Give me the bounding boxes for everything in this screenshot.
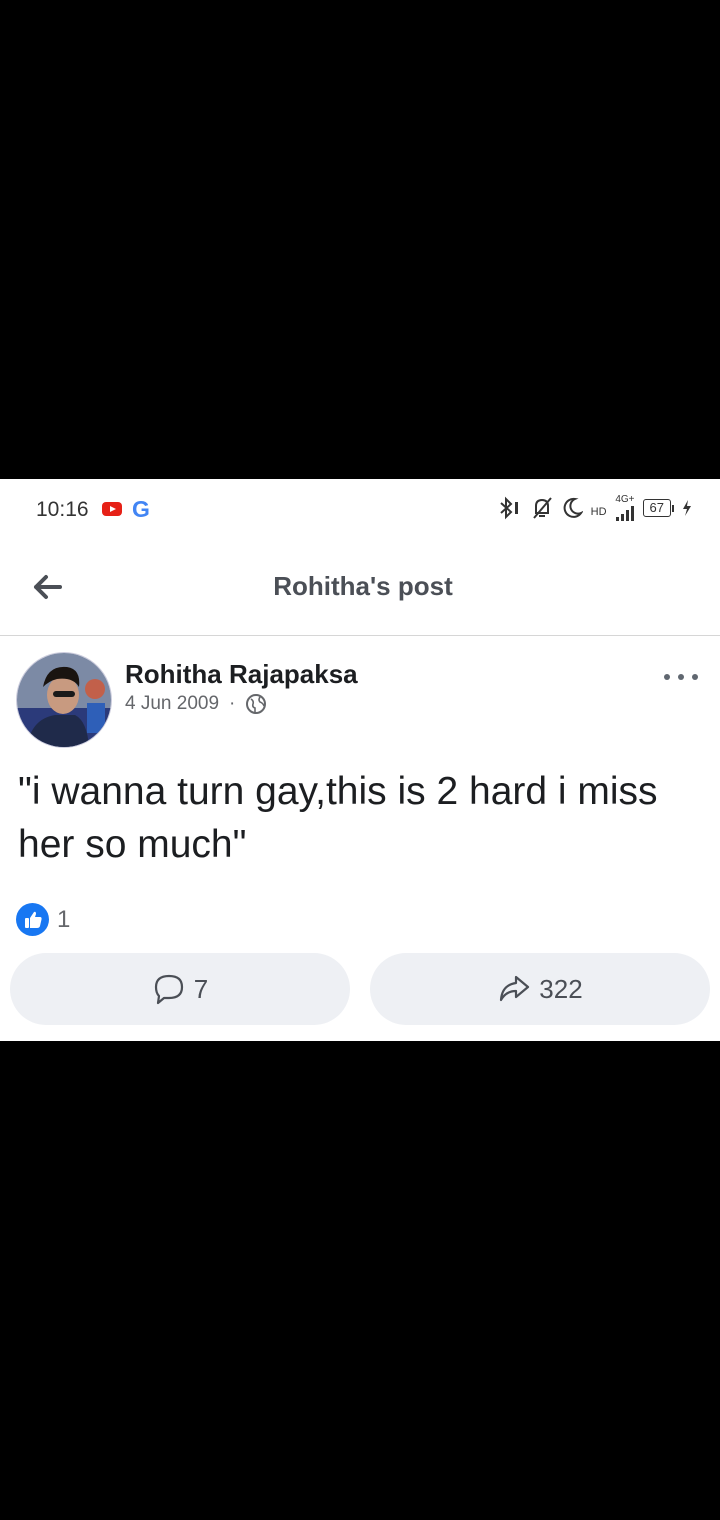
like-icon [16,903,49,936]
signal-icon [615,506,634,521]
signal-group: 4G+ [615,495,635,521]
profile-photo [17,653,111,747]
comment-button[interactable]: 7 [10,953,350,1025]
google-icon: G [132,496,150,522]
reactions-summary[interactable]: 1 [16,903,70,936]
battery-icon: 67 [642,499,674,517]
post-text: "i wanna turn gay,this is 2 hard i miss … [18,770,658,866]
more-options-button[interactable] [664,669,698,685]
share-button[interactable]: 322 [370,953,710,1025]
system-icons: HD 4G+ 67 [497,495,692,521]
post-meta: 4 Jun 2009 · [125,693,267,715]
status-bar: 10:16 G HD 4G+ 67 [0,479,720,539]
app-screen: 10:16 G HD 4G+ 67 Rohitha's post Rohitha… [0,479,720,1041]
avatar[interactable] [16,652,112,748]
bluetooth-icon [499,496,518,520]
mute-icon [532,497,552,519]
moon-icon [563,497,583,518]
charging-icon [683,500,691,516]
meta-separator: · [229,693,236,714]
status-time: 10:16 [36,498,89,521]
battery-level: 67 [642,499,671,517]
network-label: 4G+ [615,494,635,505]
like-count: 1 [57,905,71,933]
app-header: Rohitha's post [0,539,720,636]
youtube-icon [102,502,122,516]
hd-label: HD [590,506,607,518]
share-count: 322 [539,973,583,1004]
globe-icon [246,694,267,714]
page-title: Rohitha's post [273,571,453,601]
post-date[interactable]: 4 Jun 2009 [125,693,219,715]
comment-icon [154,974,183,1005]
comment-count: 7 [193,973,209,1004]
share-icon [500,975,530,1002]
more-horizontal-icon [664,674,670,680]
author-name[interactable]: Rohitha Rajapaksa [125,659,358,690]
